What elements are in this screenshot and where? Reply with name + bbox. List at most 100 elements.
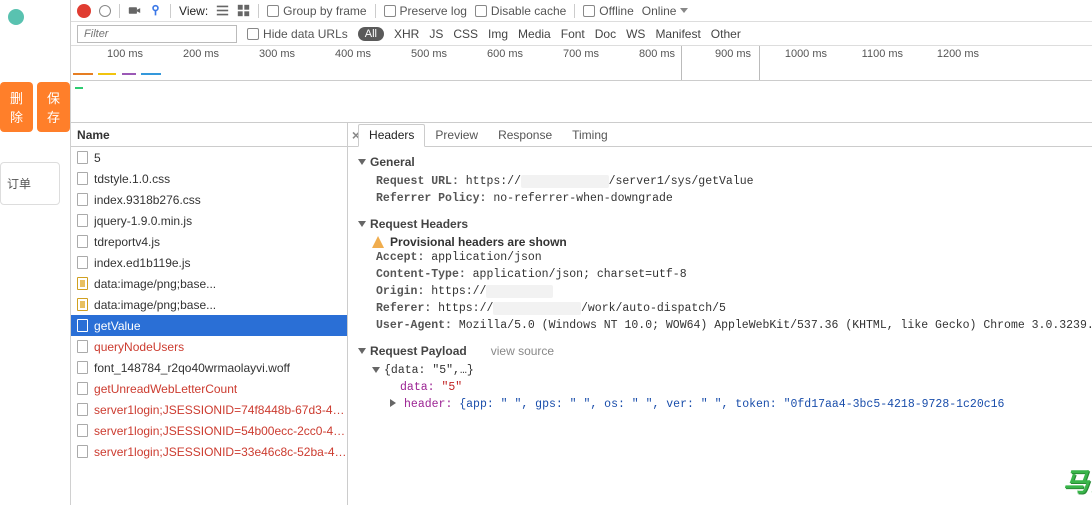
- detail-body[interactable]: General Request URL: https://host/server…: [348, 147, 1092, 505]
- timeline-tick: 800 ms: [603, 48, 679, 60]
- filter-type-js[interactable]: JS: [429, 27, 443, 41]
- divider: [119, 4, 120, 18]
- clear-button[interactable]: [99, 5, 111, 17]
- timeline-tick: 600 ms: [451, 48, 527, 60]
- filter-type-manifest[interactable]: Manifest: [655, 27, 700, 41]
- request-row-label: getValue: [94, 319, 140, 333]
- filter-type-media[interactable]: Media: [518, 27, 551, 41]
- request-row[interactable]: 5: [71, 147, 347, 168]
- request-row-label: getUnreadWebLetterCount: [94, 382, 237, 396]
- payload-summary[interactable]: {data: "5",…}: [372, 362, 1092, 379]
- filter-type-font[interactable]: Font: [561, 27, 585, 41]
- preserve-log-checkbox[interactable]: Preserve log: [384, 4, 467, 18]
- list-view-icon[interactable]: [216, 4, 229, 17]
- tab-timing[interactable]: Timing: [562, 125, 618, 146]
- request-row-label: index.9318b276.css: [94, 193, 201, 207]
- request-row[interactable]: jquery-1.9.0.min.js: [71, 210, 347, 231]
- request-row[interactable]: queryNodeUsers: [71, 336, 347, 357]
- save-button[interactable]: 保存: [37, 82, 70, 132]
- filter-type-ws[interactable]: WS: [626, 27, 645, 41]
- column-name-label: Name: [77, 128, 110, 142]
- warning-icon: [372, 236, 384, 248]
- accept-row: Accept: application/json: [358, 249, 1092, 266]
- offline-checkbox[interactable]: Offline: [583, 4, 633, 18]
- filter-icon[interactable]: [149, 4, 162, 17]
- caret-down-icon: [358, 348, 366, 354]
- timeline-tick: 400 ms: [299, 48, 375, 60]
- filter-type-css[interactable]: CSS: [453, 27, 478, 41]
- divider: [574, 4, 575, 18]
- content-type-row: Content-Type: application/json; charset=…: [358, 266, 1092, 283]
- request-row-label: data:image/png;base...: [94, 298, 216, 312]
- throttling-value: Online: [642, 4, 677, 18]
- tab-preview[interactable]: Preview: [425, 125, 488, 146]
- timeline-tick: 300 ms: [223, 48, 299, 60]
- request-row[interactable]: index.9318b276.css: [71, 189, 347, 210]
- file-icon: [77, 424, 88, 437]
- request-row[interactable]: server1login;JSESSIONID=33e46c8c-52ba-40…: [71, 441, 347, 462]
- caret-right-icon: [390, 399, 400, 407]
- request-row[interactable]: data:image/png;base...: [71, 273, 347, 294]
- filter-type-other[interactable]: Other: [711, 27, 741, 41]
- request-row[interactable]: tdreportv4.js: [71, 231, 347, 252]
- record-button[interactable]: [77, 4, 91, 18]
- filter-type-img[interactable]: Img: [488, 27, 508, 41]
- watermark: 马上收录导航: [1063, 462, 1092, 499]
- request-row[interactable]: server1login;JSESSIONID=54b00ecc-2cc0-42…: [71, 420, 347, 441]
- request-list-header[interactable]: Name ×: [71, 123, 347, 147]
- filter-input[interactable]: [77, 25, 237, 43]
- file-icon: [77, 172, 88, 185]
- timeline-tick: 100 ms: [71, 48, 147, 60]
- disable-cache-label: Disable cache: [491, 4, 566, 18]
- timeline-tick: 700 ms: [527, 48, 603, 60]
- request-row[interactable]: font_148784_r2qo40wrmaolayvi.woff: [71, 357, 347, 378]
- request-payload-title: Request Payload: [370, 344, 467, 358]
- divider: [258, 4, 259, 18]
- request-row[interactable]: index.ed1b119e.js: [71, 252, 347, 273]
- file-icon: [77, 235, 88, 248]
- file-icon: [77, 319, 88, 332]
- delete-button[interactable]: 删除: [0, 82, 33, 132]
- request-row-label: queryNodeUsers: [94, 340, 184, 354]
- request-row[interactable]: tdstyle.1.0.css: [71, 168, 347, 189]
- request-headers-title: Request Headers: [370, 217, 468, 231]
- filter-type-xhr[interactable]: XHR: [394, 27, 419, 41]
- request-list: Name × 5 tdstyle.1.0.css index.9318b276.cs…: [71, 123, 348, 505]
- throttling-select[interactable]: Online: [642, 4, 689, 18]
- view-source-link[interactable]: view source: [491, 344, 554, 358]
- group-by-frame-checkbox[interactable]: Group by frame: [267, 4, 366, 18]
- timeline-tick: 500 ms: [375, 48, 451, 60]
- general-title: General: [370, 155, 415, 169]
- file-icon: [77, 340, 88, 353]
- divider: [170, 4, 171, 18]
- filter-all-pill[interactable]: All: [358, 27, 384, 41]
- filter-type-doc[interactable]: Doc: [595, 27, 616, 41]
- file-icon: [77, 193, 88, 206]
- tab-headers[interactable]: Headers: [358, 124, 425, 147]
- request-row-label: tdreportv4.js: [94, 235, 160, 249]
- hide-data-urls-checkbox[interactable]: Hide data URLs: [247, 27, 348, 41]
- divider: [375, 4, 376, 18]
- request-headers-section[interactable]: Request Headers: [358, 217, 1092, 231]
- file-icon: [77, 445, 88, 458]
- caret-down-icon: [358, 159, 366, 165]
- file-icon: [77, 361, 88, 374]
- request-row-label: 5: [94, 151, 101, 165]
- request-row[interactable]: server1login;JSESSIONID=74f8448b-67d3-4f…: [71, 399, 347, 420]
- request-row[interactable]: getValue: [71, 315, 347, 336]
- tab-response[interactable]: Response: [488, 125, 562, 146]
- general-section[interactable]: General: [358, 155, 1092, 169]
- file-icon: [77, 403, 88, 416]
- request-row[interactable]: data:image/png;base...: [71, 294, 347, 315]
- request-payload-section[interactable]: Request Payload view source: [358, 344, 1092, 358]
- request-row[interactable]: getUnreadWebLetterCount: [71, 378, 347, 399]
- timeline-spacer: [71, 81, 1092, 123]
- order-card: 订单: [0, 162, 60, 205]
- timeline-overview[interactable]: 100 ms200 ms300 ms400 ms500 ms600 ms700 …: [71, 46, 1092, 81]
- avatar: [8, 9, 24, 25]
- grid-view-icon[interactable]: [237, 4, 250, 17]
- disable-cache-checkbox[interactable]: Disable cache: [475, 4, 566, 18]
- payload-header-line[interactable]: header: {app: " ", gps: " ", os: " ", ve…: [372, 396, 1092, 413]
- camera-icon[interactable]: [128, 4, 141, 17]
- detail-tabs: HeadersPreviewResponseTiming: [348, 123, 1092, 147]
